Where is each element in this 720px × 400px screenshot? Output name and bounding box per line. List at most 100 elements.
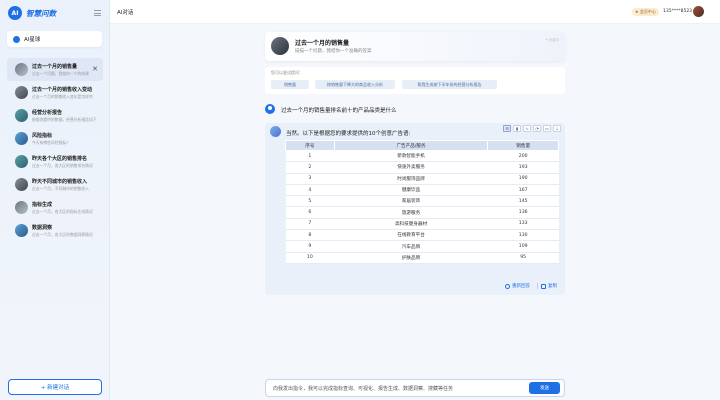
table-cell: 3	[285, 173, 335, 185]
conversation-item[interactable]: 指标生成 过去一个月，各大区的指标生成情况	[7, 196, 103, 219]
table-cell: 6	[285, 206, 335, 219]
user-icon	[265, 104, 275, 114]
page-title: AI对话	[117, 10, 134, 16]
area-chart-icon[interactable]: ▭	[543, 125, 551, 132]
planet-icon	[13, 35, 20, 43]
table-cell: 护肤品牌	[334, 252, 488, 264]
conversation-subtitle: 过去一个月的销售收入变化是怎样的	[32, 93, 93, 99]
chat-input-bar: 发送	[265, 379, 565, 397]
table-row: 5 家居装饰 145	[285, 195, 559, 208]
assistant-icon	[270, 126, 281, 137]
table-row: 7 高科技健身器材 133	[285, 218, 559, 231]
topic-description: 描描一个问题，我结你一个准确的答案	[295, 49, 372, 54]
table-row: 2 快速外卖服务 193	[285, 161, 559, 174]
table-row: 3 时尚服饰品牌 190	[285, 173, 559, 185]
table-cell: 133	[487, 218, 559, 231]
suggestion-chip[interactable]: 帮我生成按下半年份的经营分析报告	[402, 80, 497, 89]
conversation-subtitle: 过去一个月，各大区的指标生成情况	[32, 208, 93, 214]
answer-card: 当然。以下是根据您的要求提供的10个创意广告语: ☰ ▮ ∿ ◔ ▭ ⇣ 序号 …	[265, 123, 565, 295]
conversation-subtitle: 过去一个月，各大区的销售排名情况	[32, 162, 93, 168]
bar-chart-icon[interactable]: ▮	[513, 125, 521, 132]
conversation-title: 经营分析报告	[32, 109, 63, 116]
table-cell: 8	[285, 229, 335, 242]
conversation-item[interactable]: 过去一个月的销售量 过去一个问题，我结你一个的结果 ✕	[7, 58, 103, 81]
conversation-title: 过去一个月的销售收入变动	[32, 86, 93, 93]
table-row: 10 护肤品牌 95	[285, 252, 559, 264]
conversation-subtitle: 根据你提供的数据，经营分析报告如下	[32, 116, 97, 122]
regenerate-label: 重新回答	[512, 284, 530, 289]
conversation-avatar	[15, 155, 28, 168]
table-cell: 95	[487, 252, 559, 264]
conversation-avatar	[15, 178, 28, 191]
table-row: 6 旅游服务 136	[285, 206, 559, 219]
refresh-icon	[505, 283, 510, 289]
conversation-list: 过去一个月的销售量 过去一个问题，我结你一个的结果 ✕ 过去一个月的销售收入变动…	[7, 58, 103, 242]
conversation-avatar	[15, 86, 28, 99]
ai-star-button[interactable]: AI星球	[7, 31, 102, 47]
table-cell: 136	[487, 206, 559, 219]
answer-intro: 当然。以下是根据您的要求提供的10个创意广告语:	[286, 131, 411, 137]
conversation-item[interactable]: 过去一个月的销售收入变动 过去一个月的销售收入变化是怎样的	[7, 81, 103, 104]
table-cell: 新款智能手机	[334, 150, 488, 163]
chat-input[interactable]	[273, 383, 523, 394]
new-chat-button[interactable]: + 新建对话	[8, 379, 102, 395]
result-table: 序号 广告产品/服务 销售量 1 新款智能手机 200 2 快速外卖服务 193 3 时尚服饰…	[285, 140, 559, 264]
pie-chart-icon[interactable]: ◔	[533, 125, 541, 132]
copy-icon	[541, 283, 546, 289]
column-header: 广告产品/服务	[333, 140, 489, 151]
table-cell: 健康饮品	[334, 184, 488, 197]
conversation-title: 过去一个月的销售量	[32, 63, 78, 70]
table-cell: 5	[285, 195, 335, 208]
vip-badge[interactable]: ★ 会员中心	[632, 8, 659, 16]
conversation-item[interactable]: 昨天不同城市的销售收入 过去一个月，不同城市的销售收入	[7, 173, 103, 196]
menu-collapse-icon[interactable]	[94, 10, 101, 16]
brand[interactable]: AI 智慧问数	[8, 6, 56, 20]
table-cell: 10	[285, 252, 335, 264]
conversation-item[interactable]: 数据洞察 过去一个月，各大区的数据洞察情况	[7, 219, 103, 242]
download-icon[interactable]: ⇣	[553, 125, 561, 132]
conversation-item[interactable]: 风险指标 今天有哪些风险指标?	[7, 127, 103, 150]
conversation-title: 数据洞察	[32, 224, 53, 231]
table-cell: 旅游服务	[334, 206, 488, 219]
table-row: 4 健康饮品 167	[285, 184, 559, 197]
conversation-title: 指标生成	[32, 201, 53, 208]
table-cell: 汽车品牌	[334, 240, 488, 253]
avatar[interactable]	[693, 6, 704, 17]
table-cell: 9	[285, 240, 335, 253]
header: AI对话	[110, 0, 720, 24]
table-view-icon[interactable]: ☰	[503, 125, 511, 132]
copy-button[interactable]: 复制	[541, 283, 557, 289]
conversation-item[interactable]: 经营分析报告 根据你提供的数据，经营分析报告如下	[7, 104, 103, 127]
table-cell: 4	[285, 184, 335, 197]
table-cell: 高科技健身器材	[334, 218, 488, 231]
column-header: 序号	[285, 140, 335, 151]
suggestion-box: 您可以尝试提问： 销售量 按销售量下降大的商品收入分析 帮我生成按下半年份的经营…	[265, 67, 565, 94]
conversation-subtitle: 今天有哪些风险指标?	[32, 139, 69, 145]
sidebar: AI 智慧问数 AI星球 过去一个月的销售量 过去一个问题，我结你一个的结果 ✕…	[0, 0, 110, 400]
table-row: 1 新款智能手机 200	[285, 150, 559, 163]
close-icon[interactable]: ✕	[92, 65, 98, 73]
table-cell: 在线教育平台	[334, 229, 488, 242]
conversation-item[interactable]: 昨天各个大区的销售排名 过去一个月，各大区的销售排名情况	[7, 150, 103, 173]
chat-area: 过去一个月的销售量 描描一个问题，我结你一个准确的答案 • 对话中 您可以尝试提…	[110, 24, 720, 400]
ai-star-label: AI星球	[24, 37, 41, 43]
suggestion-chip[interactable]: 按销售量下降大的商品收入分析	[315, 80, 395, 89]
table-cell: 109	[487, 240, 559, 253]
table-cell: 快速外卖服务	[334, 161, 488, 174]
suggestion-chip[interactable]: 销售量	[271, 80, 309, 89]
table-cell: 167	[487, 184, 559, 197]
line-chart-icon[interactable]: ∿	[523, 125, 531, 132]
user-question: 过去一个月的销售量排名前十的产品品类是什么	[281, 108, 397, 114]
conversation-title: 昨天不同城市的销售收入	[32, 178, 88, 185]
table-cell: 家居装饰	[334, 195, 488, 208]
table-cell: 2	[285, 161, 335, 174]
conversation-avatar	[15, 132, 28, 145]
table-row: 9 汽车品牌 109	[285, 240, 559, 253]
column-header: 销售量	[487, 140, 559, 151]
regenerate-button[interactable]: 重新回答	[505, 283, 530, 289]
conversation-subtitle: 过去一个问题，我结你一个的结果	[32, 70, 89, 76]
table-row: 8 在线教育平台 130	[285, 229, 559, 242]
conversation-title: 昨天各个大区的销售排名	[32, 155, 88, 162]
table-cell: 1	[285, 150, 335, 163]
send-button[interactable]: 发送	[529, 382, 560, 394]
